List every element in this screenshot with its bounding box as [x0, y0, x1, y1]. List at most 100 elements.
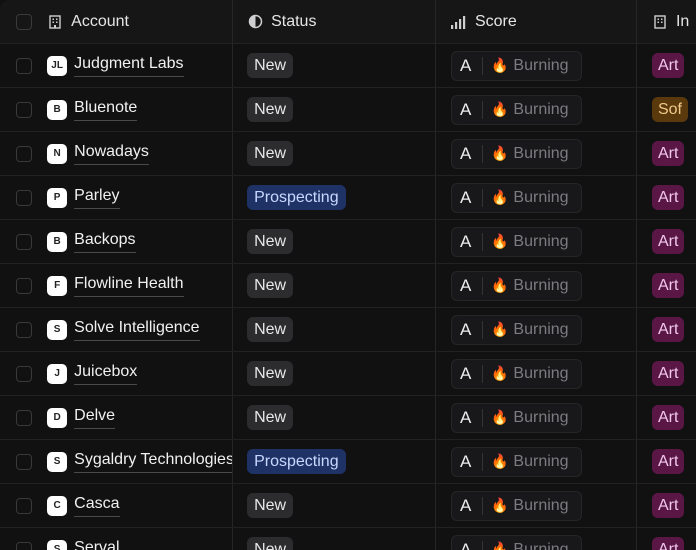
table-row[interactable]: D Delve New A 🔥 Burning Art: [0, 396, 696, 440]
table-row[interactable]: F Flowline Health New A 🔥 Burning Art: [0, 264, 696, 308]
score-badge[interactable]: A 🔥 Burning: [450, 314, 582, 345]
industry-cell[interactable]: Art: [637, 132, 696, 175]
score-cell[interactable]: A 🔥 Burning: [436, 220, 637, 263]
status-cell[interactable]: New: [233, 352, 436, 395]
table-row[interactable]: C Casca New A 🔥 Burning Art: [0, 484, 696, 528]
score-badge[interactable]: A 🔥 Burning: [450, 50, 582, 81]
status-badge[interactable]: New: [247, 317, 294, 342]
industry-badge[interactable]: Art: [651, 493, 685, 518]
status-badge[interactable]: New: [247, 405, 294, 430]
score-cell[interactable]: A 🔥 Burning: [436, 396, 637, 439]
account-cell[interactable]: JL Judgment Labs: [39, 44, 234, 87]
account-name-link[interactable]: Bluenote: [74, 99, 138, 121]
status-cell[interactable]: New: [233, 132, 436, 175]
row-checkbox[interactable]: [15, 145, 32, 162]
table-row[interactable]: B Backops New A 🔥 Burning Art: [0, 220, 696, 264]
row-checkbox[interactable]: [15, 321, 32, 338]
industry-badge[interactable]: Art: [651, 185, 685, 210]
score-badge[interactable]: A 🔥 Burning: [450, 226, 582, 257]
status-cell[interactable]: New: [233, 484, 436, 527]
status-cell[interactable]: New: [233, 220, 436, 263]
score-cell[interactable]: A 🔥 Burning: [436, 44, 637, 87]
account-name-link[interactable]: Solve Intelligence: [74, 319, 200, 341]
status-badge[interactable]: New: [247, 141, 294, 166]
score-cell[interactable]: A 🔥 Burning: [436, 176, 637, 219]
score-badge[interactable]: A 🔥 Burning: [450, 534, 582, 550]
row-checkbox[interactable]: [15, 101, 32, 118]
status-cell[interactable]: New: [233, 308, 436, 351]
score-cell[interactable]: A 🔥 Burning: [436, 440, 637, 483]
status-badge[interactable]: Prospecting: [247, 185, 346, 210]
score-cell[interactable]: A 🔥 Burning: [436, 308, 637, 351]
industry-badge[interactable]: Art: [651, 273, 685, 298]
status-cell[interactable]: New: [233, 44, 436, 87]
table-row[interactable]: J Juicebox New A 🔥 Burning Art: [0, 352, 696, 396]
industry-badge[interactable]: Art: [651, 53, 685, 78]
account-cell[interactable]: S Solve Intelligence: [39, 308, 234, 351]
industry-cell[interactable]: Art: [637, 308, 696, 351]
score-cell[interactable]: A 🔥 Burning: [436, 528, 637, 550]
score-badge[interactable]: A 🔥 Burning: [450, 446, 582, 477]
industry-badge[interactable]: Art: [651, 229, 685, 254]
industry-cell[interactable]: Art: [637, 396, 696, 439]
row-checkbox[interactable]: [15, 365, 32, 382]
account-cell[interactable]: F Flowline Health: [39, 264, 234, 307]
account-cell[interactable]: N Nowadays: [39, 132, 234, 175]
account-name-link[interactable]: Nowadays: [74, 143, 149, 165]
status-badge[interactable]: New: [247, 361, 294, 386]
account-cell[interactable]: J Juicebox: [39, 352, 234, 395]
table-row[interactable]: JL Judgment Labs New A 🔥 Burning Art: [0, 44, 696, 88]
table-row[interactable]: S Solve Intelligence New A 🔥 Burning Art: [0, 308, 696, 352]
table-row[interactable]: N Nowadays New A 🔥 Burning Art: [0, 132, 696, 176]
status-badge[interactable]: New: [247, 537, 294, 550]
status-badge[interactable]: New: [247, 53, 294, 78]
status-badge[interactable]: New: [247, 97, 294, 122]
status-badge[interactable]: New: [247, 229, 294, 254]
industry-badge[interactable]: Art: [651, 361, 685, 386]
score-badge[interactable]: A 🔥 Burning: [450, 402, 582, 433]
status-badge[interactable]: New: [247, 493, 294, 518]
row-checkbox[interactable]: [15, 497, 32, 514]
row-checkbox[interactable]: [15, 189, 32, 206]
account-name-link[interactable]: Judgment Labs: [74, 55, 184, 77]
score-badge[interactable]: A 🔥 Burning: [450, 94, 582, 125]
row-checkbox[interactable]: [15, 453, 32, 470]
table-row[interactable]: B Bluenote New A 🔥 Burning Sof: [0, 88, 696, 132]
status-cell[interactable]: New: [233, 88, 436, 131]
account-name-link[interactable]: Serval: [74, 539, 119, 550]
account-cell[interactable]: B Backops: [39, 220, 234, 263]
account-name-link[interactable]: Delve: [74, 407, 116, 429]
account-name-link[interactable]: Juicebox: [74, 363, 138, 385]
score-cell[interactable]: A 🔥 Burning: [436, 484, 637, 527]
score-badge[interactable]: A 🔥 Burning: [450, 138, 582, 169]
row-checkbox[interactable]: [15, 57, 32, 74]
status-cell[interactable]: New: [233, 396, 436, 439]
account-cell[interactable]: C Casca: [39, 484, 234, 527]
score-badge[interactable]: A 🔥 Burning: [450, 270, 582, 301]
industry-badge[interactable]: Art: [651, 449, 685, 474]
account-name-link[interactable]: Flowline Health: [74, 275, 184, 297]
account-cell[interactable]: D Delve: [39, 396, 234, 439]
account-cell[interactable]: S Serval: [39, 528, 234, 550]
industry-badge[interactable]: Art: [651, 537, 685, 550]
industry-cell[interactable]: Sof: [637, 88, 696, 131]
industry-cell[interactable]: Art: [637, 352, 696, 395]
industry-badge[interactable]: Art: [651, 405, 685, 430]
industry-cell[interactable]: Art: [637, 264, 696, 307]
account-name-link[interactable]: Backops: [74, 231, 136, 253]
account-name-link[interactable]: Sygaldry Technologies: [74, 451, 233, 473]
account-name-link[interactable]: Parley: [74, 187, 120, 209]
score-cell[interactable]: A 🔥 Burning: [436, 264, 637, 307]
row-checkbox[interactable]: [15, 409, 32, 426]
industry-cell[interactable]: Art: [637, 440, 696, 483]
account-cell[interactable]: B Bluenote: [39, 88, 234, 131]
industry-cell[interactable]: Art: [637, 484, 696, 527]
status-badge[interactable]: New: [247, 273, 294, 298]
status-cell[interactable]: Prospecting: [233, 440, 436, 483]
industry-cell[interactable]: Art: [637, 220, 696, 263]
industry-badge[interactable]: Art: [651, 317, 685, 342]
status-badge[interactable]: Prospecting: [247, 449, 346, 474]
score-badge[interactable]: A 🔥 Burning: [450, 490, 582, 521]
industry-cell[interactable]: Art: [637, 528, 696, 550]
table-row[interactable]: S Sygaldry Technologies Prospecting A 🔥 …: [0, 440, 696, 484]
